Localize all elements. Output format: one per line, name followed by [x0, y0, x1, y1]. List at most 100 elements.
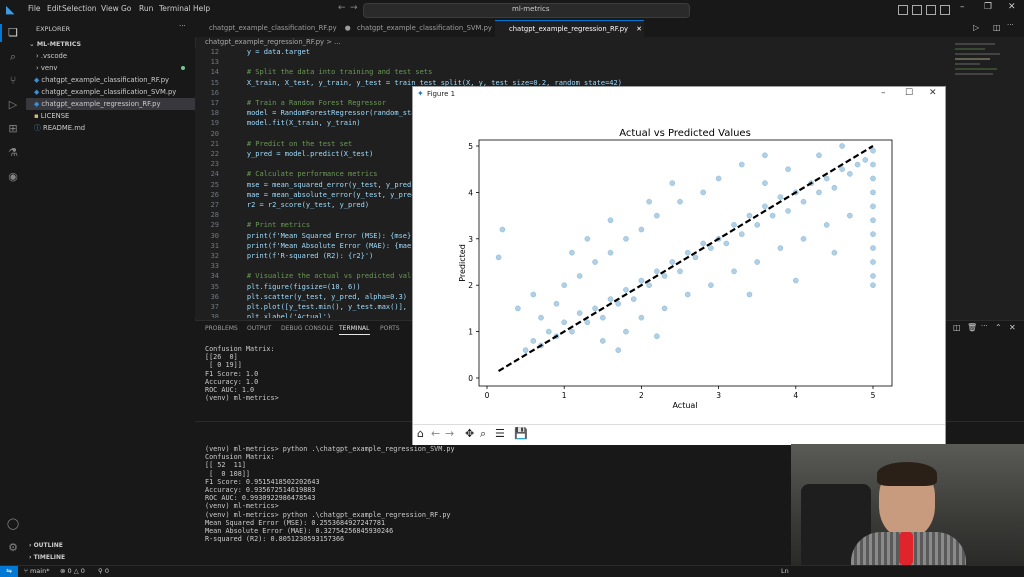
- forward-arrow-icon[interactable]: →: [350, 3, 358, 13]
- file-readme[interactable]: ⓘ README.md: [26, 122, 195, 134]
- tab-problems[interactable]: PROBLEMS: [205, 325, 238, 332]
- timeline-section[interactable]: › TIMELINE: [26, 552, 195, 564]
- run-debug-icon[interactable]: ▷: [6, 98, 20, 112]
- tab-classification-rf[interactable]: chatgpt_example_classification_RF.py ●: [195, 20, 351, 37]
- scatter-point: [715, 175, 722, 182]
- chevron-right-icon: ›: [36, 64, 39, 72]
- files-icon[interactable]: ❏: [6, 26, 20, 40]
- scatter-point: [576, 273, 583, 279]
- minimize-icon[interactable]: –: [881, 88, 886, 98]
- more-actions-icon[interactable]: ···: [981, 322, 988, 330]
- chevron-right-icon: ›: [36, 52, 39, 60]
- account-icon[interactable]: ◯: [6, 517, 20, 531]
- source-control-icon[interactable]: ⑂: [6, 74, 20, 88]
- scatter-chart[interactable]: Actual vs Predicted Values Actual Predic…: [413, 102, 945, 424]
- breadcrumb[interactable]: chatgpt_example_regression_RF.py > ...: [205, 38, 341, 46]
- testing-icon[interactable]: ⚗: [6, 146, 20, 160]
- outline-section[interactable]: › OUTLINE: [26, 540, 195, 552]
- more-actions-icon[interactable]: ···: [1007, 21, 1014, 29]
- scatter-point: [746, 212, 753, 219]
- code-line: mse = mean_squared_error(y_test, y_pred): [230, 180, 416, 189]
- terminal-line: Confusion Matrix:: [205, 345, 275, 353]
- file-classification-rf[interactable]: ◆ chatgpt_example_classification_RF.py: [26, 74, 195, 86]
- maximize-icon[interactable]: ☐: [905, 88, 913, 98]
- layout-sidebar-icon[interactable]: [898, 5, 908, 15]
- scatter-point: [669, 259, 676, 265]
- menu-help[interactable]: Help: [193, 4, 210, 13]
- pan-icon[interactable]: ✥: [465, 427, 474, 440]
- command-search[interactable]: ml-metrics: [363, 3, 690, 18]
- restore-icon[interactable]: ❐: [984, 2, 992, 12]
- tab-regression-rf[interactable]: chatgpt_example_regression_RF.py ✕: [495, 20, 644, 38]
- save-icon[interactable]: 💾: [514, 427, 528, 440]
- terminal-output-bottom[interactable]: (venv) ml-metrics> python .\chatgpt_exam…: [195, 445, 795, 565]
- github-icon[interactable]: ◉: [6, 170, 20, 184]
- menu-go[interactable]: Go: [121, 4, 131, 13]
- close-tab-icon[interactable]: ✕: [636, 25, 642, 33]
- close-icon[interactable]: ✕: [1008, 2, 1016, 12]
- project-folder[interactable]: ⌄ ML-METRICS: [26, 38, 195, 50]
- terminal-output-top[interactable]: Confusion Matrix: [[26 0] [ 0 19]] F1 Scor…: [195, 345, 395, 445]
- menu-run[interactable]: Run: [139, 4, 153, 13]
- maximize-panel-icon[interactable]: ⌃: [995, 323, 1002, 332]
- problems-status[interactable]: ⊗ 0 △ 0: [60, 567, 85, 575]
- menu-edit[interactable]: Edit: [47, 4, 62, 13]
- split-editor-icon[interactable]: ◫: [993, 23, 1001, 32]
- python-file-icon: ◆: [34, 76, 40, 84]
- branch-status[interactable]: ⑂ main*: [24, 567, 49, 575]
- tab-terminal[interactable]: TERMINAL: [339, 325, 370, 335]
- forward-arrow-icon[interactable]: →: [445, 427, 454, 440]
- home-icon[interactable]: ⌂: [417, 427, 424, 440]
- figure-title-bar[interactable]: ✦ Figure 1 – ☐ ✕: [413, 87, 945, 102]
- back-arrow-icon[interactable]: ←: [431, 427, 440, 440]
- zoom-icon[interactable]: ⌕: [480, 427, 486, 441]
- scatter-point: [677, 198, 683, 205]
- tab-classification-svm[interactable]: chatgpt_example_classification_SVM.py: [343, 20, 499, 37]
- menu-terminal[interactable]: Terminal: [159, 4, 191, 13]
- gear-icon[interactable]: ⚙: [6, 541, 20, 555]
- folder-venv[interactable]: › venv: [26, 62, 195, 74]
- minimize-icon[interactable]: –: [960, 2, 965, 12]
- menu-selection[interactable]: Selection: [62, 4, 97, 13]
- scatter-point: [731, 222, 737, 228]
- scatter-point: [831, 249, 838, 256]
- scatter-point: [777, 194, 784, 200]
- split-terminal-icon[interactable]: ◫: [953, 323, 961, 332]
- close-panel-icon[interactable]: ✕: [1009, 323, 1016, 332]
- layout-secondary-icon[interactable]: [926, 5, 936, 15]
- layout-panel-icon[interactable]: [912, 5, 922, 15]
- figure-window[interactable]: ✦ Figure 1 – ☐ ✕ Actual vs Predicted Val…: [412, 86, 946, 445]
- terminal-line: F1 Score: 1.0: [205, 369, 259, 378]
- search-icon[interactable]: ⌕: [6, 50, 20, 64]
- trash-icon[interactable]: 🗑: [967, 323, 977, 332]
- layout-customize-icon[interactable]: [940, 5, 950, 15]
- file-classification-svm[interactable]: ◆ chatgpt_example_classification_SVM.py: [26, 86, 195, 98]
- tab-output[interactable]: OUTPUT: [247, 325, 271, 332]
- file-regression-rf[interactable]: ◆ chatgpt_example_regression_RF.py: [26, 98, 195, 110]
- figure-toolbar: ⌂ ← → ✥ ⌕ ☰ 💾: [413, 424, 945, 445]
- minimap[interactable]: [955, 40, 1005, 100]
- ports-status[interactable]: ⚲ 0: [98, 567, 109, 575]
- file-license[interactable]: ▪ LICENSE: [26, 110, 195, 122]
- back-arrow-icon[interactable]: ←: [338, 3, 346, 13]
- scatter-point: [769, 212, 776, 219]
- more-actions-icon[interactable]: ···: [179, 22, 186, 30]
- tab-debug-console[interactable]: DEBUG CONSOLE: [281, 325, 334, 332]
- scatter-point: [654, 333, 660, 340]
- run-file-icon[interactable]: ▷: [973, 23, 979, 32]
- remote-icon[interactable]: ⇋: [0, 566, 18, 577]
- code-line: print(f'Mean Absolute Error (MAE): {mae}…: [230, 241, 424, 250]
- configure-subplots-icon[interactable]: ☰: [495, 427, 505, 440]
- scatter-point: [738, 161, 745, 168]
- menu-view[interactable]: View: [101, 4, 119, 13]
- folder-vscode[interactable]: › .vscode: [26, 50, 195, 62]
- code-line: mae = mean_absolute_error(y_test, y_pred…: [230, 190, 420, 199]
- line-number: 16: [210, 88, 219, 97]
- tab-ports[interactable]: PORTS: [380, 325, 400, 332]
- close-icon[interactable]: ✕: [929, 88, 937, 98]
- scatter-point: [669, 180, 676, 186]
- extensions-icon[interactable]: ⊞: [6, 122, 20, 136]
- menu-file[interactable]: File: [28, 4, 41, 13]
- scatter-point: [870, 189, 876, 196]
- cursor-position[interactable]: Ln: [781, 567, 789, 575]
